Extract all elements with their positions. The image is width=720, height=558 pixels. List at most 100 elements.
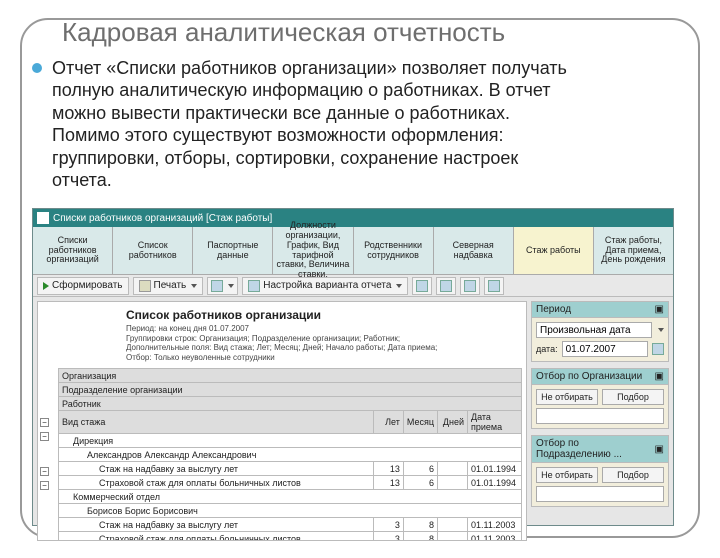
panel-toggle-icon[interactable]: ▣ [655,371,664,382]
dept-nofilter-button[interactable]: Не отбирать [536,467,598,483]
row-dept: Дирекция [59,434,522,448]
window-title: Списки работников организаций [Стаж рабо… [53,213,669,224]
printer-icon [139,280,151,292]
table-icon [416,280,428,292]
tool-c[interactable] [460,277,480,295]
cell-date: 01.01.1994 [468,476,522,490]
titlebar: Списки работников организаций [Стаж рабо… [33,209,673,227]
report-title: Список работников организации [126,308,438,322]
row-worker: Александров Александр Александрович [59,448,522,462]
panel-filter-dept-title: Отбор по Подразделению ... [536,438,655,460]
date-input[interactable] [562,341,648,357]
tree-gutter: − − − − [40,418,58,495]
app-window: Списки работников организаций [Стаж рабо… [32,208,674,526]
row-worker: Борисов Борис Борисович [59,504,522,518]
tool-d[interactable] [484,277,504,295]
panel-period: Период ▣ дата: [531,301,669,362]
side-panel: Период ▣ дата: Отбор по Организации ▣ [531,301,669,541]
report-groupings: Группировки строк: Организация; Подразде… [126,334,438,344]
tab-north[interactable]: Северная надбавка [434,227,514,274]
row-stage: Страховой стаж для оплаты больничных лис… [59,476,374,490]
tab-positions[interactable]: Должности организации, График, Вид тариф… [273,227,353,274]
columns-icon [464,280,476,292]
chevron-down-icon [396,284,402,288]
tab-employee-list[interactable]: Список работников [113,227,193,274]
chart-icon [488,280,500,292]
chevron-down-icon[interactable] [658,328,664,332]
hdr-dept: Подразделение организации [59,383,522,397]
cell-y: 13 [373,462,403,476]
hdr-kind: Вид стажа [59,411,374,434]
org-pick-button[interactable]: Подбор [602,389,664,405]
panel-filter-org-title: Отбор по Организации [536,371,642,382]
page-setup-button[interactable] [207,277,238,295]
toolbar: Сформировать Печать Настройка варианта о… [33,275,673,297]
period-combo[interactable] [536,322,652,338]
dept-filter-input[interactable] [536,486,664,502]
cell-m: 8 [403,518,437,532]
panel-filter-dept: Отбор по Подразделению ...▣ Не отбирать … [531,435,669,507]
play-icon [43,282,49,290]
chevron-down-icon [191,284,197,288]
tree-toggle-3[interactable]: − [40,467,49,476]
tool-a[interactable] [412,277,432,295]
cell-date: 01.11.2003 [468,518,522,532]
panel-toggle-icon[interactable]: ▣ [655,304,664,315]
tree-toggle-4[interactable]: − [40,481,49,490]
save-icon [440,280,452,292]
page-icon [211,280,223,292]
variant-button[interactable]: Настройка варианта отчета [242,277,408,295]
bullet-dot-icon [32,63,42,73]
cell-y: 3 [373,518,403,532]
panel-period-title: Период [536,304,571,315]
row-stage: Стаж на надбавку за выслугу лет [59,462,374,476]
tab-seniority-dates[interactable]: Стаж работы, Дата приема, День рождения [594,227,673,274]
tab-passport[interactable]: Паспортные данные [193,227,273,274]
variant-label: Настройка варианта отчета [263,280,391,291]
app-icon [37,212,49,224]
cell-d [438,462,468,476]
hdr-org: Организация [59,369,522,383]
bullet-item: Отчет «Списки работников организации» по… [32,57,720,192]
print-button[interactable]: Печать [133,277,204,295]
tree-toggle-2[interactable]: − [40,432,49,441]
cell-m: 6 [403,462,437,476]
gear-icon [248,280,260,292]
tabs-row: Списки работников организаций Список раб… [33,227,673,275]
report-area: Список работников организации Период: на… [37,301,527,541]
slide-title: Кадровая аналитическая отчетность [62,18,720,47]
calendar-icon[interactable] [652,343,664,355]
cell-m: 6 [403,476,437,490]
form-button[interactable]: Сформировать [37,277,129,295]
tab-seniority[interactable]: Стаж работы [514,227,594,274]
row-dept: Коммерческий отдел [59,490,522,504]
panel-filter-org: Отбор по Организации ▣ Не отбирать Подбор [531,368,669,429]
tab-lists[interactable]: Списки работников организаций [33,227,113,274]
report-extra: Дополнительные поля: Вид стажа; Лет; Мес… [126,343,438,353]
report-filter: Отбор: Только неуволенные сотрудники [126,353,438,363]
row-stage: Стаж на надбавку за выслугу лет [59,518,374,532]
tab-relatives[interactable]: Родственники сотрудников [354,227,434,274]
cell-d [438,476,468,490]
cell-date: 01.01.1994 [468,462,522,476]
org-filter-input[interactable] [536,408,664,424]
form-button-label: Сформировать [52,280,123,291]
cell-d [438,518,468,532]
org-nofilter-button[interactable]: Не отбирать [536,389,598,405]
hdr-days: Дней [438,411,468,434]
date-label: дата: [536,344,558,354]
print-button-label: Печать [154,280,187,291]
hdr-date: Дата приема [468,411,522,434]
bullet-text: Отчет «Списки работников организации» по… [52,57,572,192]
cell-y: 13 [373,476,403,490]
report-period: Период: на конец дня 01.07.2007 [126,324,438,334]
chevron-down-icon [228,284,234,288]
hdr-months: Месяц [403,411,437,434]
hdr-years: Лет [373,411,403,434]
report-table: Организация Подразделение организации Ра… [58,368,522,541]
tool-b[interactable] [436,277,456,295]
panel-toggle-icon[interactable]: ▣ [655,444,664,455]
tree-toggle-1[interactable]: − [40,418,49,427]
dept-pick-button[interactable]: Подбор [602,467,664,483]
hdr-worker: Работник [59,397,522,411]
